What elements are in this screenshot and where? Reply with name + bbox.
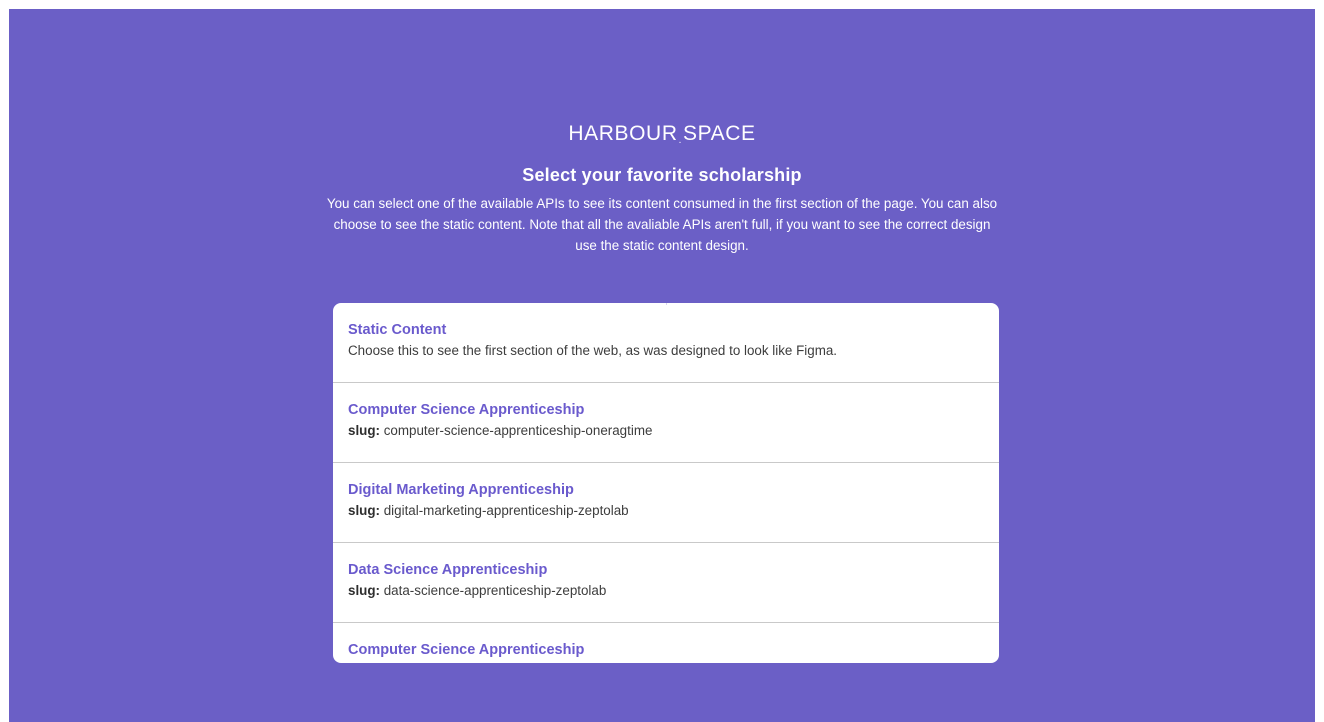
option-title: Computer Science Apprenticeship [348,402,585,418]
slug-label: slug: [348,583,380,598]
slug-label: slug: [348,503,380,518]
option-slug: slug: computer-science-apprenticeship-on… [348,421,984,441]
slug-label: slug: [348,423,380,438]
option-title: Digital Marketing Apprenticeship [348,482,574,498]
option-static-content[interactable]: Static Content Choose this to see the fi… [333,303,999,383]
page-title: Select your favorite scholarship [522,165,802,185]
option-computer-science-apprenticeship-2[interactable]: Computer Science Apprenticeship [333,623,999,663]
slug-value: computer-science-apprenticeship-oneragti… [383,423,653,438]
scholarship-options-list[interactable]: Static Content Choose this to see the fi… [333,303,999,663]
logo-dot: . [678,135,682,146]
page-description: You can select one of the available APIs… [326,196,998,253]
logo-text-left: HARBOUR [568,122,678,145]
option-description: Choose this to see the first section of … [348,343,838,358]
option-title: Static Content [348,322,447,338]
option-computer-science-apprenticeship[interactable]: Computer Science Apprenticeship slug: co… [333,383,999,463]
page-background: HARBOUR.SPACE Select your favorite schol… [9,9,1315,722]
option-slug: slug: data-science-apprenticeship-zeptol… [348,581,984,601]
logo-text-right: SPACE [682,122,756,145]
option-slug: slug: digital-marketing-apprenticeship-z… [348,501,984,521]
option-title: Data Science Apprenticeship [348,562,548,578]
harbour-space-logo: HARBOUR.SPACE [9,122,1315,146]
option-digital-marketing-apprenticeship[interactable]: Digital Marketing Apprenticeship slug: d… [333,463,999,543]
option-title: Computer Science Apprenticeship [348,642,585,658]
slug-value: data-science-apprenticeship-zeptolab [383,583,607,598]
slug-value: digital-marketing-apprenticeship-zeptola… [383,503,629,518]
option-data-science-apprenticeship[interactable]: Data Science Apprenticeship slug: data-s… [333,543,999,623]
